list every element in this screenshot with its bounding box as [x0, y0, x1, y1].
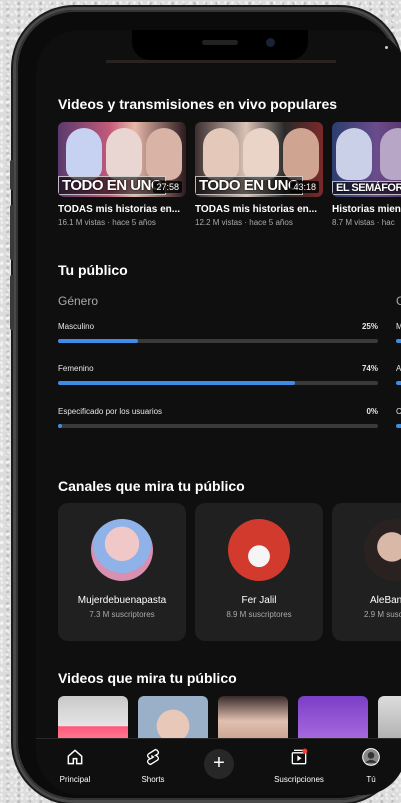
gender-bar-peek	[396, 339, 401, 343]
gender-bar-fill	[58, 424, 62, 428]
video-title[interactable]: TODAS mis historias en...	[58, 204, 186, 215]
gender-row-label: Masculino	[58, 322, 95, 331]
gender-bar-fill	[58, 339, 138, 343]
gender-bar-fill	[58, 381, 295, 385]
gender-row-percent: 74%	[361, 364, 378, 373]
nav-shorts-label: Shorts	[141, 775, 165, 784]
home-icon	[67, 749, 83, 765]
channel-subscribers: 2.9 M suscr	[364, 610, 401, 619]
video-meta: 8.7 M vistas · hac	[332, 218, 395, 227]
nav-subscriptions[interactable]: Suscripciones	[264, 747, 334, 784]
nav-subscriptions-label: Suscripciones	[274, 775, 324, 784]
gender-row-peek-label: An	[396, 364, 401, 373]
thumbnail-face	[146, 128, 182, 180]
bottom-nav: Principal Shorts + Suscripciones Tú	[36, 738, 401, 795]
channel-name: Fer Jalil	[241, 595, 277, 606]
gender-row-peek: Co	[396, 407, 401, 428]
status-indicator	[385, 46, 388, 49]
top-video-strip	[106, 60, 336, 63]
gender-bar-track	[58, 381, 378, 385]
channel-avatar	[91, 519, 153, 581]
channels-title: Canales que mira tu público	[58, 478, 245, 494]
channel-subscribers: 8.9 M suscriptores	[226, 610, 292, 619]
gender-row-peek-label: Co	[396, 407, 401, 416]
thumbnail-face	[203, 128, 239, 180]
nav-you[interactable]: Tú	[336, 747, 401, 784]
create-button[interactable]: +	[204, 749, 234, 779]
gender-row-peek: Me	[396, 322, 401, 343]
channels-row[interactable]: Mujerdebuenapasta 7.3 M suscriptores Fer…	[58, 503, 401, 643]
video-duration: 27:58	[153, 181, 182, 193]
nav-home-label: Principal	[59, 775, 91, 784]
channel-avatar	[364, 519, 401, 581]
gender-row-label: Femenino	[58, 364, 94, 373]
volume-down-button	[10, 205, 14, 260]
gender-row-male: Masculino 25%	[58, 322, 378, 343]
gender-row-percent: 25%	[361, 322, 378, 331]
video-thumbnail[interactable]: TODO EN UNO 43:18	[195, 122, 323, 197]
thumbnail-face	[380, 128, 401, 180]
phone-frame: Videos y transmisiones en vivo populares…	[10, 10, 401, 800]
avatar-icon	[362, 748, 380, 766]
volume-up-button	[10, 160, 14, 190]
thumbnail-face	[106, 128, 142, 180]
video-card[interactable]: TODO EN UNO 43:18 TODAS mis historias en…	[195, 122, 323, 227]
video-title[interactable]: TODAS mis historias en...	[195, 204, 323, 215]
popular-videos-title: Videos y transmisiones en vivo populares	[58, 96, 338, 112]
gender-label-peek: G	[396, 294, 401, 308]
thumbnail-banner: TODO EN UNO	[58, 176, 167, 195]
front-camera	[266, 38, 275, 47]
audience-title: Tu público	[58, 262, 128, 278]
video-card[interactable]: EL SEMÁFORO Historias mien 8.7 M vistas …	[332, 122, 401, 227]
thumbnail-banner: EL SEMÁFORO	[332, 181, 401, 195]
subscriptions-icon	[291, 748, 308, 765]
gender-row-female: Femenino 74%	[58, 364, 378, 385]
channel-subscribers: 7.3 M suscriptores	[89, 610, 155, 619]
app-screen: Videos y transmisiones en vivo populares…	[36, 30, 401, 795]
video-thumbnail[interactable]: EL SEMÁFORO	[332, 122, 401, 197]
nav-shorts[interactable]: Shorts	[118, 747, 188, 784]
gender-bar-peek	[396, 424, 401, 428]
channel-avatar	[228, 519, 290, 581]
thumbnail-face	[336, 128, 372, 180]
thumbnail-face	[66, 128, 102, 180]
channel-name: AleBan	[370, 595, 401, 606]
shorts-icon	[146, 748, 160, 766]
gender-row-peek: An	[396, 364, 401, 385]
gender-bar-peek	[396, 381, 401, 385]
gender-row-peek-label: Me	[396, 322, 401, 331]
video-title[interactable]: Historias mien	[332, 204, 401, 215]
notch	[132, 30, 308, 60]
video-duration: 43:18	[290, 181, 319, 193]
gender-row-label: Especificado por los usuarios	[58, 407, 163, 416]
popular-videos-row[interactable]: TODO EN UNO 27:58 TODAS mis historias en…	[58, 122, 401, 242]
nav-you-label: Tú	[366, 775, 376, 784]
gender-row-user-specified: Especificado por los usuarios 0%	[58, 407, 378, 428]
channel-card[interactable]: Fer Jalil 8.9 M suscriptores	[195, 503, 323, 641]
nav-home[interactable]: Principal	[40, 747, 110, 784]
thumbnail-face	[283, 128, 319, 180]
thumbnail-banner: TODO EN UNO	[195, 176, 304, 195]
video-thumbnail[interactable]: TODO EN UNO 27:58	[58, 122, 186, 197]
channel-name: Mujerdebuenapasta	[77, 595, 167, 606]
gender-label: Género	[58, 294, 99, 308]
video-meta: 12.2 M vistas · hace 5 años	[195, 218, 293, 227]
video-card[interactable]: TODO EN UNO 27:58 TODAS mis historias en…	[58, 122, 186, 227]
gender-bar-track	[58, 424, 378, 428]
thumbnail-face	[243, 128, 279, 180]
channel-card[interactable]: Mujerdebuenapasta 7.3 M suscriptores	[58, 503, 186, 641]
gender-bar-track	[58, 339, 378, 343]
audience-videos-title: Videos que mira tu público	[58, 670, 237, 686]
video-meta: 16.1 M vistas · hace 5 años	[58, 218, 156, 227]
mute-switch	[10, 275, 14, 330]
gender-row-percent: 0%	[366, 407, 378, 416]
channel-card[interactable]: AleBan 2.9 M suscr	[332, 503, 401, 641]
speaker	[202, 40, 238, 45]
